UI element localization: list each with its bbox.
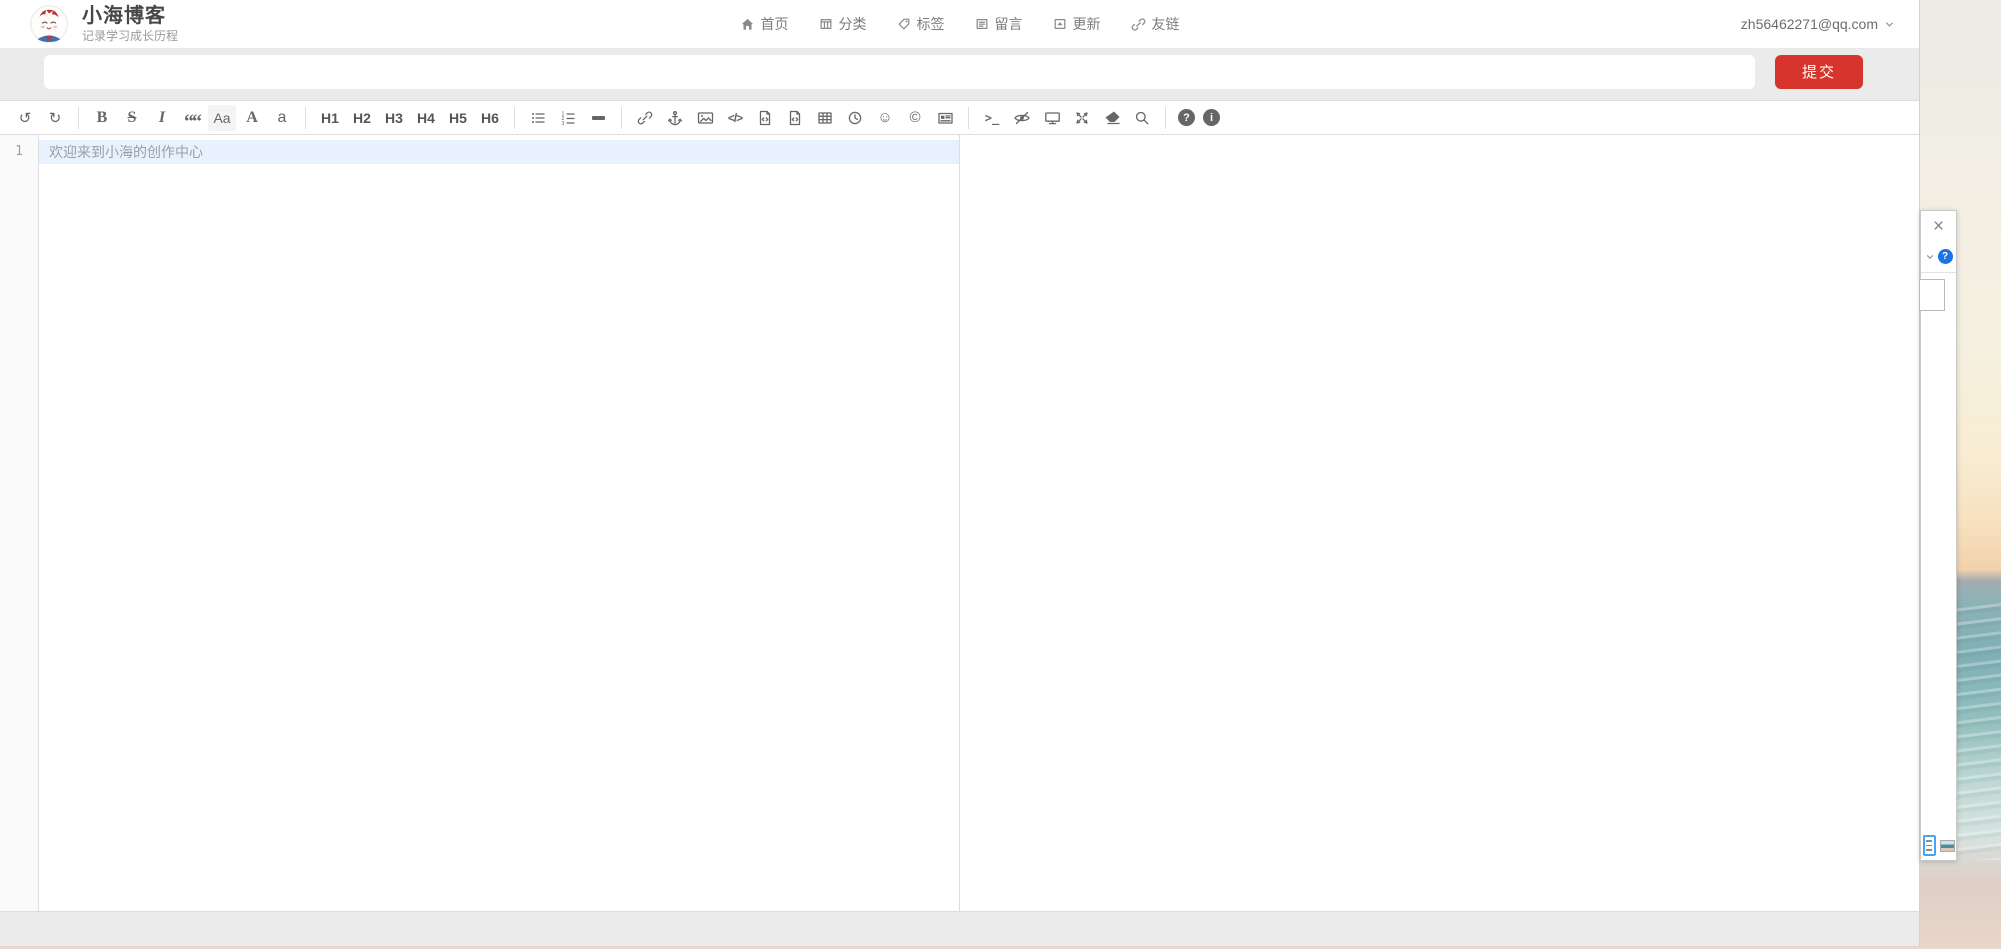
h5-button[interactable]: H5 <box>444 105 472 131</box>
submit-button[interactable]: 提交 <box>1775 55 1863 89</box>
line-number-gutter: 1 <box>0 135 39 911</box>
nav-item-tags[interactable]: 标签 <box>897 14 945 34</box>
redo-icon[interactable]: ↻ <box>41 105 69 131</box>
panel-bottom-icons <box>1923 835 1955 856</box>
toolbar-divider <box>514 107 515 129</box>
image-icon[interactable] <box>691 105 719 131</box>
extension-side-panel: × ? <box>1920 210 1957 861</box>
toolbar-divider <box>78 107 79 129</box>
editor-toolbar: ↺↻BSI““AaAaH1H2H3H4H5H6123</>☺©>_?i <box>0 101 1919 135</box>
close-icon[interactable]: × <box>1933 217 1944 237</box>
lowercase-icon[interactable]: a <box>268 105 296 131</box>
nav-item-label: 更新 <box>1073 14 1101 34</box>
list-view-icon[interactable] <box>1923 835 1936 856</box>
svg-text:3: 3 <box>561 120 564 125</box>
editor-placeholder: 欢迎来到小海的创作中心 <box>49 142 203 162</box>
preformatted-text-icon[interactable] <box>751 105 779 131</box>
code-input-area[interactable]: 欢迎来到小海的创作中心 <box>39 135 959 911</box>
italic-icon[interactable]: I <box>148 105 176 131</box>
help-badge-icon[interactable]: ? <box>1938 249 1953 264</box>
goto-line-icon[interactable]: >_ <box>978 105 1006 131</box>
site-title: 小海博客 <box>82 5 178 28</box>
emoji-icon[interactable]: ☺ <box>871 105 899 131</box>
nav-item-message[interactable]: 留言 <box>975 14 1023 34</box>
image-thumbnail-icon[interactable] <box>1940 840 1955 852</box>
hr-icon[interactable] <box>584 105 612 131</box>
h3-button[interactable]: H3 <box>380 105 408 131</box>
markdown-preview-pane <box>960 135 1919 911</box>
line-number: 1 <box>0 140 38 164</box>
clear-icon[interactable] <box>1098 105 1126 131</box>
cartoon-avatar-icon <box>30 5 68 43</box>
user-email: zh56462271@qq.com <box>1741 16 1878 32</box>
pagebreak-icon[interactable] <box>931 105 959 131</box>
page-container: 小海博客 记录学习成长历程 首页 分类 标签 留言 更新 友链 zh56462271@qq… <box>0 0 1920 946</box>
toolbar-divider <box>621 107 622 129</box>
comment-icon <box>975 17 989 31</box>
markdown-editor: ↺↻BSI““AaAaH1H2H3H4H5H6123</>☺©>_?i 1 欢迎… <box>0 100 1919 912</box>
h6-button[interactable]: H6 <box>476 105 504 131</box>
list-ul-icon[interactable] <box>524 105 552 131</box>
list-ol-icon[interactable]: 123 <box>554 105 582 131</box>
caret-square-up-icon <box>1053 17 1067 31</box>
chevron-down-icon <box>1884 19 1895 30</box>
h2-button[interactable]: H2 <box>348 105 376 131</box>
nav-item-label: 友链 <box>1152 14 1180 34</box>
fullscreen-icon[interactable] <box>1068 105 1096 131</box>
post-title-input[interactable] <box>44 55 1755 89</box>
h4-button[interactable]: H4 <box>412 105 440 131</box>
table-icon[interactable] <box>811 105 839 131</box>
anchor-icon[interactable] <box>661 105 689 131</box>
quote-icon[interactable]: ““ <box>178 101 206 135</box>
post-compose-bar: 提交 <box>0 48 1919 95</box>
help-icon[interactable]: ? <box>1178 109 1195 126</box>
datetime-icon[interactable] <box>841 105 869 131</box>
panel-input-box[interactable] <box>1919 279 1945 311</box>
watch-icon[interactable] <box>1008 105 1036 131</box>
toolbar-divider <box>968 107 969 129</box>
chevron-down-icon[interactable] <box>1925 252 1935 262</box>
undo-icon[interactable]: ↺ <box>11 105 39 131</box>
code-pane: 1 欢迎来到小海的创作中心 <box>0 135 960 911</box>
nav-item-label: 首页 <box>761 14 789 34</box>
site-subtitle: 记录学习成长历程 <box>82 30 178 44</box>
nav-item-label: 分类 <box>839 14 867 34</box>
editor-body: 1 欢迎来到小海的创作中心 <box>0 135 1919 911</box>
info-icon[interactable]: i <box>1203 109 1220 126</box>
active-line: 欢迎来到小海的创作中心 <box>39 140 959 164</box>
user-account-dropdown[interactable]: zh56462271@qq.com <box>1741 0 1895 48</box>
inline-code-icon[interactable]: </> <box>721 105 749 131</box>
nav-item-label: 留言 <box>995 14 1023 34</box>
site-logo-avatar[interactable] <box>30 5 68 43</box>
ucwords-icon[interactable]: Aa <box>208 105 236 131</box>
main-nav: 首页 分类 标签 留言 更新 友链 <box>0 0 1919 48</box>
preview-icon[interactable] <box>1038 105 1066 131</box>
uppercase-icon[interactable]: A <box>238 105 266 131</box>
site-title-block: 小海博客 记录学习成长历程 <box>82 5 178 44</box>
code-block-icon[interactable] <box>781 105 809 131</box>
home-icon <box>740 17 755 32</box>
link-icon[interactable] <box>631 105 659 131</box>
nav-item-label: 标签 <box>917 14 945 34</box>
tag-icon <box>897 17 911 31</box>
bold-icon[interactable]: B <box>88 105 116 131</box>
category-icon <box>819 17 833 31</box>
search-icon[interactable] <box>1128 105 1156 131</box>
nav-item-home[interactable]: 首页 <box>740 14 789 34</box>
link-icon <box>1131 17 1146 32</box>
html-entities-icon[interactable]: © <box>901 105 929 131</box>
site-header: 小海博客 记录学习成长历程 首页 分类 标签 留言 更新 友链 zh56462271@qq… <box>0 0 1919 49</box>
nav-item-category[interactable]: 分类 <box>819 14 867 34</box>
toolbar-divider <box>305 107 306 129</box>
panel-header-row: ? <box>1921 249 1956 273</box>
h1-button[interactable]: H1 <box>316 105 344 131</box>
strikethrough-icon[interactable]: S <box>118 105 146 131</box>
toolbar-divider <box>1165 107 1166 129</box>
nav-item-links[interactable]: 友链 <box>1131 14 1180 34</box>
nav-item-updates[interactable]: 更新 <box>1053 14 1101 34</box>
